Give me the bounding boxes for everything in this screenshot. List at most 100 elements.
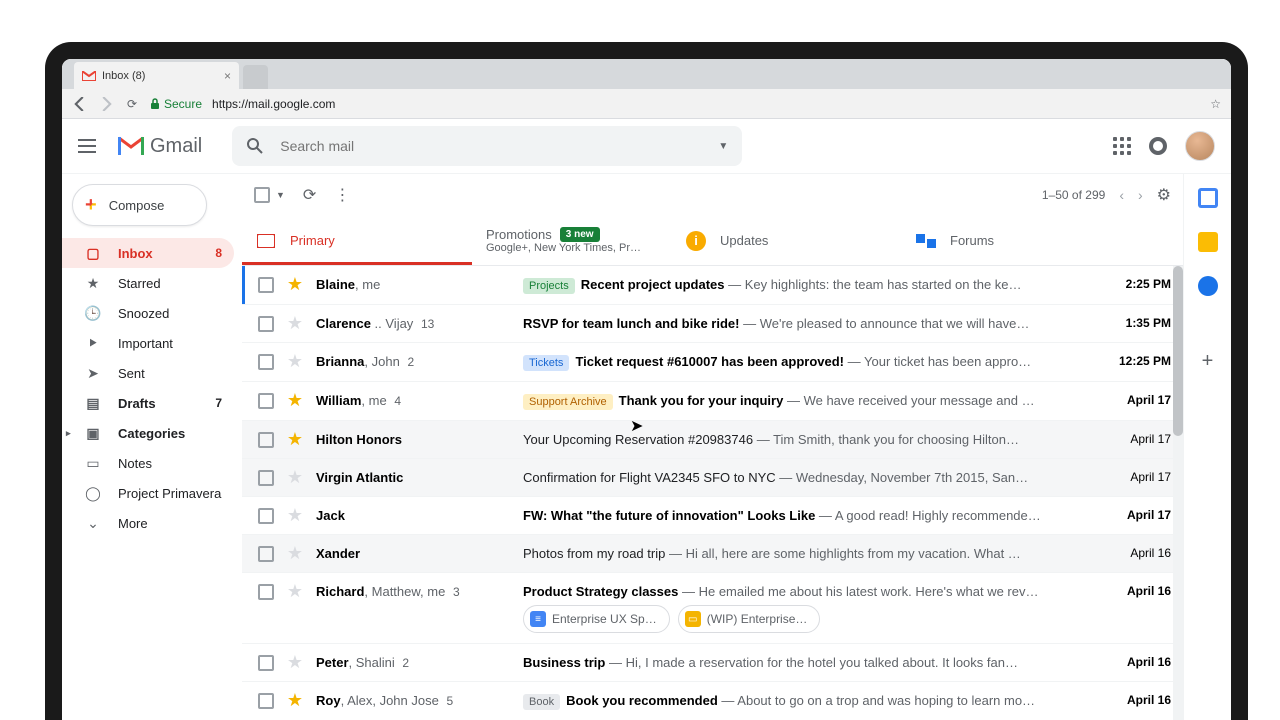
- settings-gear-icon[interactable]: ⚙: [1157, 185, 1171, 205]
- mail-preview: We're pleased to announce that we will h…: [760, 316, 1030, 331]
- search-options-icon[interactable]: ▼: [718, 141, 728, 152]
- url-text[interactable]: https://mail.google.com: [212, 97, 335, 111]
- forward-button[interactable]: [98, 96, 114, 112]
- slide-icon: ▭: [685, 611, 701, 627]
- mail-row[interactable]: ★ Clarence .. Vijay 13 RSVP for team lunch…: [242, 305, 1183, 343]
- star-icon[interactable]: ★: [286, 314, 304, 332]
- mail-row[interactable]: ★Brianna, John 2TicketsTicket request #6…: [242, 343, 1183, 382]
- secure-indicator[interactable]: Secure: [150, 97, 202, 111]
- message-line: TicketsTicket request #610007 has been a…: [523, 353, 1089, 371]
- tab-promotions[interactable]: Promotions 3 new Google+, New York Times…: [472, 216, 672, 265]
- important-icon: ⯈: [84, 335, 102, 352]
- star-icon[interactable]: ★: [286, 352, 304, 370]
- mail-time: April 16: [1101, 583, 1171, 598]
- row-checkbox[interactable]: [258, 508, 274, 524]
- bookmark-star-icon[interactable]: ☆: [1210, 97, 1221, 111]
- apps-icon[interactable]: [1113, 137, 1131, 155]
- search-input[interactable]: [280, 138, 702, 154]
- sidebar-item-notes[interactable]: ▭Notes: [62, 448, 234, 478]
- account-avatar[interactable]: [1185, 131, 1215, 161]
- mail-row[interactable]: ★Blaine, meProjectsRecent project update…: [242, 266, 1183, 305]
- mail-list[interactable]: ★Blaine, meProjectsRecent project update…: [242, 266, 1183, 720]
- mail-time: 1:35 PM: [1101, 315, 1171, 330]
- tab-primary[interactable]: Primary: [242, 216, 472, 265]
- star-icon[interactable]: ★: [286, 275, 304, 293]
- row-checkbox[interactable]: [258, 470, 274, 486]
- sidebar-item-important[interactable]: ⯈Important: [62, 328, 234, 358]
- row-checkbox[interactable]: [258, 393, 274, 409]
- sidebar-item-more[interactable]: ⌄More: [62, 508, 234, 538]
- back-button[interactable]: [72, 96, 88, 112]
- new-tab-button[interactable]: [243, 65, 268, 89]
- close-icon[interactable]: ×: [224, 69, 231, 83]
- browser-tab[interactable]: Inbox (8) ×: [74, 62, 239, 89]
- select-dropdown-icon[interactable]: ▼: [276, 190, 285, 200]
- sidebar-item-starred[interactable]: ★Starred: [62, 268, 234, 298]
- more-actions-icon[interactable]: ⋮: [334, 185, 350, 205]
- star-icon[interactable]: ★: [286, 653, 304, 671]
- mail-time: 12:25 PM: [1101, 353, 1171, 368]
- mail-row[interactable]: ★William, me 4Support ArchiveThank you f…: [242, 382, 1183, 421]
- sidebar-item-snoozed[interactable]: 🕒Snoozed: [62, 298, 234, 328]
- star-icon[interactable]: ★: [286, 468, 304, 486]
- next-page-button[interactable]: ›: [1138, 187, 1143, 203]
- refresh-button[interactable]: ⟳: [303, 185, 316, 205]
- mail-time: April 16: [1101, 692, 1171, 707]
- row-checkbox[interactable]: [258, 316, 274, 332]
- row-checkbox[interactable]: [258, 693, 274, 709]
- add-addon-button[interactable]: +: [1202, 350, 1214, 373]
- mail-row[interactable]: ★Virgin AtlanticConfirmation for Flight …: [242, 459, 1183, 497]
- prev-page-button[interactable]: ‹: [1119, 187, 1124, 203]
- calendar-addon-icon[interactable]: [1198, 188, 1218, 208]
- search-box[interactable]: ▼: [232, 126, 742, 166]
- sidebar-item-project-primavera[interactable]: ◯Project Primavera: [62, 478, 234, 508]
- side-panel: +: [1183, 174, 1231, 720]
- mail-row[interactable]: ★Richard, Matthew, me 3Product Strategy …: [242, 573, 1183, 644]
- message-line: ProjectsRecent project updates — Key hig…: [523, 276, 1089, 294]
- gmail-logo[interactable]: Gmail: [118, 135, 202, 158]
- mail-row[interactable]: ★Roy, Alex, John Jose 5BookBook you reco…: [242, 682, 1183, 720]
- attachment-chip[interactable]: ▭(WIP) Enterprise…: [678, 605, 821, 633]
- sender: Peter, Shalini 2: [316, 654, 511, 670]
- mail-row[interactable]: ★JackFW: What "the future of innovation"…: [242, 497, 1183, 535]
- updates-icon: i: [686, 231, 706, 251]
- sidebar-item-sent[interactable]: ➤Sent: [62, 358, 234, 388]
- row-checkbox[interactable]: [258, 546, 274, 562]
- tab-title: Inbox (8): [102, 70, 145, 82]
- star-icon[interactable]: ★: [286, 430, 304, 448]
- tab-forums[interactable]: Forums: [902, 216, 1132, 265]
- sidebar-item-categories[interactable]: ▸▣Categories: [62, 418, 234, 448]
- row-checkbox[interactable]: [258, 584, 274, 600]
- star-icon[interactable]: ★: [286, 691, 304, 709]
- sender: Clarence .. Vijay 13: [316, 315, 511, 331]
- mail-row[interactable]: ★Peter, Shalini 2Business trip — Hi, I m…: [242, 644, 1183, 682]
- keep-addon-icon[interactable]: [1198, 232, 1218, 252]
- gmail-m-icon: [118, 136, 144, 156]
- mail-row[interactable]: ★Hilton HonorsYour Upcoming Reservation …: [242, 421, 1183, 459]
- sender: Virgin Atlantic: [316, 469, 511, 485]
- row-checkbox[interactable]: [258, 655, 274, 671]
- row-checkbox[interactable]: [258, 432, 274, 448]
- tasks-addon-icon[interactable]: [1198, 276, 1218, 296]
- message-line: RSVP for team lunch and bike ride! — We'…: [523, 315, 1089, 331]
- star-icon[interactable]: ★: [286, 506, 304, 524]
- attachment-chip[interactable]: ≡Enterprise UX Sp…: [523, 605, 670, 633]
- row-accent: [242, 266, 245, 304]
- sidebar-item-drafts[interactable]: ▤Drafts7: [62, 388, 234, 418]
- menu-icon[interactable]: [78, 134, 102, 158]
- compose-button[interactable]: + Compose: [72, 184, 207, 226]
- row-checkbox[interactable]: [258, 277, 274, 293]
- scrollbar-thumb[interactable]: [1173, 266, 1183, 436]
- mail-row[interactable]: ★XanderPhotos from my road trip — Hi all…: [242, 535, 1183, 573]
- reload-button[interactable]: ⟳: [124, 96, 140, 112]
- sidebar-item-inbox[interactable]: ▢Inbox8: [62, 238, 234, 268]
- select-all-checkbox[interactable]: [254, 187, 270, 203]
- scrollbar-track[interactable]: [1173, 266, 1183, 720]
- star-icon[interactable]: ★: [286, 544, 304, 562]
- star-icon[interactable]: ★: [286, 391, 304, 409]
- tab-updates[interactable]: i Updates: [672, 216, 902, 265]
- star-icon[interactable]: ★: [286, 582, 304, 600]
- notifications-icon[interactable]: [1149, 137, 1167, 155]
- row-checkbox[interactable]: [258, 354, 274, 370]
- mail-time: April 17: [1101, 431, 1171, 446]
